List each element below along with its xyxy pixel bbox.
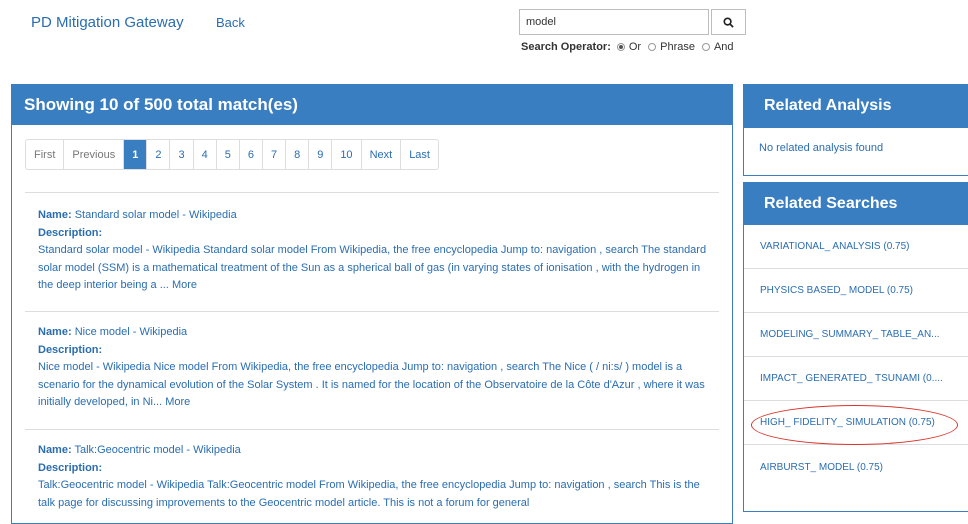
description-label: Description: <box>38 343 103 356</box>
search-operator-group: Search Operator: Or Phrase And <box>521 41 741 53</box>
related-search-item[interactable]: PHYSICS BASED_ MODEL (0.75) <box>744 269 968 313</box>
page-3[interactable]: 3 <box>169 140 192 169</box>
radio-empty-icon <box>701 43 710 51</box>
name-label: Name: <box>38 444 72 456</box>
operator-and-radio[interactable]: And <box>701 41 734 53</box>
results-panel: Showing 10 of 500 total match(es) First … <box>11 84 733 524</box>
no-analysis-text: No related analysis found <box>759 142 884 154</box>
description-label: Description: <box>38 226 103 239</box>
related-search-item[interactable]: MODELING_ SUMMARY_ TABLE_AN... <box>744 313 968 357</box>
more-link[interactable]: More <box>165 396 190 408</box>
related-search-item-highlighted[interactable]: HIGH_ FIDELITY_ SIMULATION (0.75) <box>744 401 968 445</box>
result-item: Name: Nice model - Wikipedia Description… <box>38 324 718 412</box>
page-10[interactable]: 10 <box>331 140 360 169</box>
page-next[interactable]: Next <box>360 140 401 169</box>
page-1[interactable]: 1 <box>123 140 147 169</box>
back-link[interactable]: Back <box>216 15 245 30</box>
page-6[interactable]: 6 <box>238 140 262 169</box>
related-searches-title: Related Searches <box>744 183 968 225</box>
search-icon <box>723 16 734 28</box>
search-input[interactable] <box>519 9 709 35</box>
related-search-item[interactable]: VARIATIONAL_ ANALYSIS (0.75) <box>744 225 968 269</box>
radio-empty-icon <box>648 43 657 51</box>
page-4[interactable]: 4 <box>192 140 216 169</box>
result-description: Nice model - Wikipedia Nice model From W… <box>38 361 705 408</box>
result-description: Talk:Geocentric model - Wikipedia Talk:G… <box>38 479 700 509</box>
results-heading: Showing 10 of 500 total match(es) <box>12 85 732 125</box>
name-label: Name: <box>38 209 72 221</box>
result-item: Name: Standard solar model - Wikipedia D… <box>38 207 718 295</box>
operator-or-label: Or <box>628 41 642 53</box>
app-title[interactable]: PD Mitigation Gateway <box>31 14 184 31</box>
divider <box>25 429 719 430</box>
related-analysis-panel: Related Analysis No related analysis fou… <box>743 84 968 176</box>
name-label: Name: <box>38 326 72 338</box>
operator-phrase-radio[interactable]: Phrase <box>648 41 695 53</box>
pagination: First Previous 1 2 3 4 5 6 7 8 9 10 Next… <box>25 139 439 170</box>
page-7[interactable]: 7 <box>261 140 285 169</box>
result-item: Name: Talk:Geocentric model - Wikipedia … <box>38 442 718 512</box>
related-search-item[interactable]: IMPACT_ GENERATED_ TSUNAMI (0.... <box>744 357 968 401</box>
related-analysis-title: Related Analysis <box>744 85 968 128</box>
page-first[interactable]: First <box>26 140 63 169</box>
page-2[interactable]: 2 <box>146 140 169 169</box>
related-searches-panel: Related Searches VARIATIONAL_ ANALYSIS (… <box>743 182 968 512</box>
page-8[interactable]: 8 <box>285 140 308 169</box>
operator-phrase-label: Phrase <box>660 41 695 53</box>
operator-or-radio[interactable]: Or <box>616 41 642 53</box>
page-last[interactable]: Last <box>400 140 438 169</box>
result-description: Standard solar model - Wikipedia Standar… <box>38 244 707 291</box>
page-previous[interactable]: Previous <box>63 140 123 169</box>
description-label: Description: <box>38 461 103 474</box>
search-operator-label: Search Operator: <box>521 41 611 53</box>
result-name-link[interactable]: Standard solar model - Wikipedia <box>75 209 237 221</box>
divider <box>25 192 719 193</box>
operator-and-label: And <box>713 41 734 53</box>
divider <box>25 311 719 312</box>
radio-selected-icon <box>616 43 625 51</box>
related-search-item[interactable]: AIRBURST_ MODEL (0.75) <box>744 445 968 489</box>
result-name-link[interactable]: Talk:Geocentric model - Wikipedia <box>74 444 240 456</box>
search-button[interactable] <box>711 9 746 35</box>
page-9[interactable]: 9 <box>308 140 331 169</box>
more-link[interactable]: More <box>172 279 197 291</box>
result-name-link[interactable]: Nice model - Wikipedia <box>75 326 187 338</box>
page-5[interactable]: 5 <box>215 140 239 169</box>
